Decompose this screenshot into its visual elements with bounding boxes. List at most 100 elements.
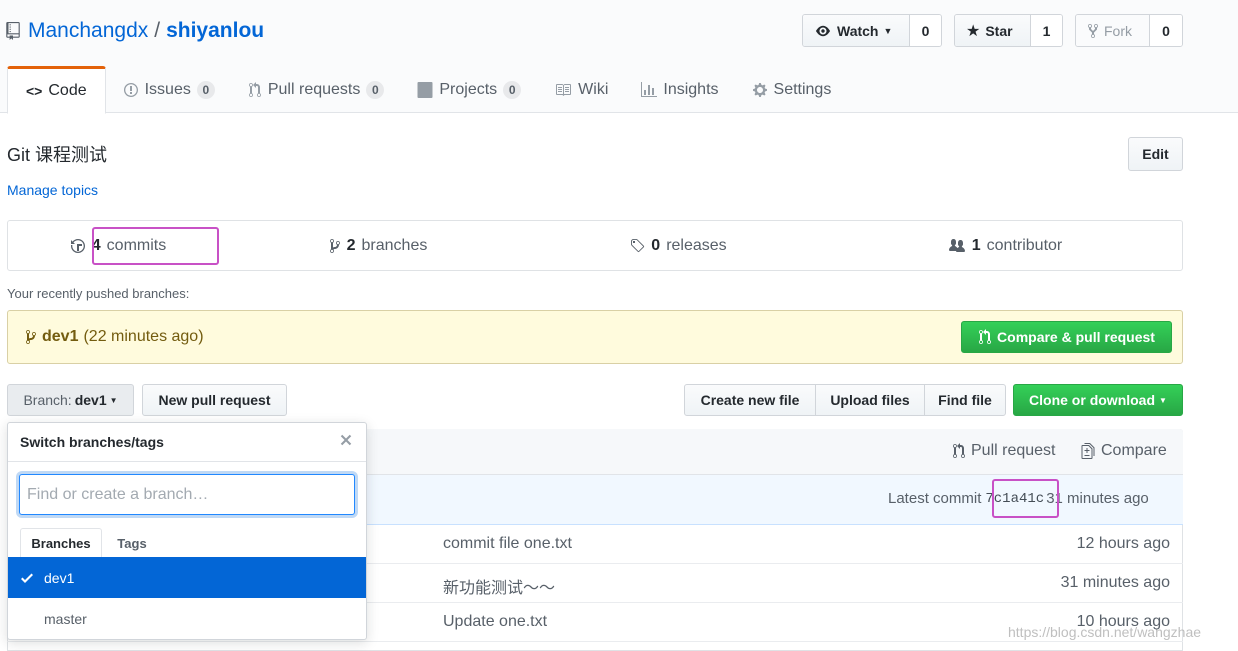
repo-name-link[interactable]: shiyanlou [166,19,264,43]
fork-button[interactable]: Fork [1076,15,1149,46]
commits-highlight-annotation [92,227,219,265]
clone-or-download-button[interactable]: Clone or download ▼ [1013,384,1183,416]
projects-counter: 0 [503,81,522,99]
commit-message-link[interactable]: commit file one.txt [443,535,572,553]
caret-down-icon: ▼ [1159,395,1167,405]
tab-label: Projects [439,81,498,98]
star-button-group: ★ Star 1 [954,14,1063,47]
compare-pull-request-label: Compare & pull request [997,329,1155,345]
dropdown-title: Switch branches/tags [20,434,164,450]
sha-highlight-annotation [992,479,1059,518]
gear-icon [752,82,768,98]
releases-label: releases [666,236,727,254]
branch-item-master[interactable]: master [8,598,366,639]
branch-item-dev1[interactable]: dev1 [8,557,366,598]
pull-request-label: Pull request [971,442,1056,459]
history-icon [70,238,86,254]
caret-down-icon: ▼ [883,25,893,36]
star-label: Star [985,22,1013,39]
edit-description-button[interactable]: Edit [1128,137,1183,171]
recent-branches-label: Your recently pushed branches: [7,286,190,301]
repo-description: Git 课程测试 [7,145,108,165]
manage-topics-link[interactable]: Manage topics [7,182,98,198]
branch-icon [329,238,341,254]
graph-icon [641,82,658,98]
commit-age: 12 hours ago [1076,535,1170,552]
branch-prefix: Branch: [23,392,72,408]
contributors-label: contributor [986,236,1063,254]
contributors-count: 1 [971,236,981,254]
compare-label: Compare [1101,442,1167,459]
branch-filter-input[interactable] [19,474,355,515]
tab-insights[interactable]: Insights [624,66,734,114]
tab-branches[interactable]: Branches [20,528,102,558]
check-icon [20,570,34,586]
branch-icon [25,329,37,345]
tag-icon [629,238,645,254]
branch-item-label: master [44,610,87,627]
latest-commit-label: Latest commit [888,490,982,507]
tab-pull-requests[interactable]: Pull requests 0 [231,66,401,114]
fork-count[interactable]: 0 [1149,15,1182,46]
recent-branch-name[interactable]: dev1 [42,328,78,346]
star-count[interactable]: 1 [1030,15,1062,46]
repo-separator: / [154,19,161,42]
repo-icon [6,22,20,40]
branch-current-name: dev1 [74,392,107,408]
fork-label: Fork [1104,22,1132,39]
tab-label: Wiki [578,81,609,98]
clone-label: Clone or download [1029,392,1156,408]
find-file-button[interactable]: Find file [924,384,1006,416]
git-pull-request-icon [952,443,966,459]
issue-icon [123,82,139,98]
pull-request-link[interactable]: Pull request [952,442,1056,460]
recent-branch-entry: dev1 (22 minutes ago) [25,328,204,346]
repo-title: Manchangdx / shiyanlou [6,16,264,46]
fork-button-group: Fork 0 [1075,14,1183,47]
caret-down-icon: ▼ [109,395,118,405]
repo-owner-link[interactable]: Manchangdx [28,19,148,43]
watermark: https://blog.csdn.net/wangzhae [1008,624,1202,640]
diff-icon [1080,443,1096,459]
watch-button-group: Watch ▼ 0 [802,14,942,47]
contributors-link[interactable]: 1 contributor [828,221,1182,270]
branch-select-button[interactable]: Branch: dev1 ▼ [7,384,134,416]
tab-projects[interactable]: Projects 0 [400,66,537,114]
releases-link[interactable]: 0 releases [528,221,828,270]
tab-code[interactable]: <> Code [7,66,106,114]
latest-commit-time: 31 minutes ago [1046,490,1149,507]
commit-message-link[interactable]: 新功能测试～～ [443,574,555,598]
people-icon [948,238,966,254]
commit-message-link[interactable]: Update one.txt [443,613,547,631]
branches-label: branches [361,236,428,254]
star-button[interactable]: ★ Star [955,15,1030,46]
tab-wiki[interactable]: Wiki [537,66,624,114]
tab-label: Code [48,82,87,99]
branches-link[interactable]: 2 branches [228,221,528,270]
close-icon[interactable] [338,432,354,448]
compare-pull-request-button[interactable]: Compare & pull request [961,321,1172,353]
book-icon [554,82,572,98]
watch-count[interactable]: 0 [909,15,941,46]
eye-icon [814,24,832,38]
create-new-file-button[interactable]: Create new file [684,384,816,416]
pull-requests-counter: 0 [366,81,385,99]
tab-label: Issues [144,81,191,98]
tab-label: Pull requests [267,81,361,98]
branch-item-label: dev1 [44,569,75,586]
code-icon: <> [26,83,43,99]
git-pull-request-icon [248,82,262,98]
upload-files-button[interactable]: Upload files [815,384,925,416]
commit-age: 31 minutes ago [1060,574,1170,591]
fork-icon [1087,23,1099,39]
star-icon: ★ [966,22,981,40]
tab-label: Settings [773,81,832,98]
tab-tags[interactable]: Tags [104,528,160,558]
tab-issues[interactable]: Issues 0 [106,66,231,114]
compare-link[interactable]: Compare [1080,442,1167,460]
tab-settings[interactable]: Settings [735,66,848,114]
watch-button[interactable]: Watch ▼ [803,15,909,46]
new-pull-request-button[interactable]: New pull request [142,384,287,416]
recent-branch-time: (22 minutes ago) [83,328,204,345]
branches-count: 2 [346,236,356,254]
